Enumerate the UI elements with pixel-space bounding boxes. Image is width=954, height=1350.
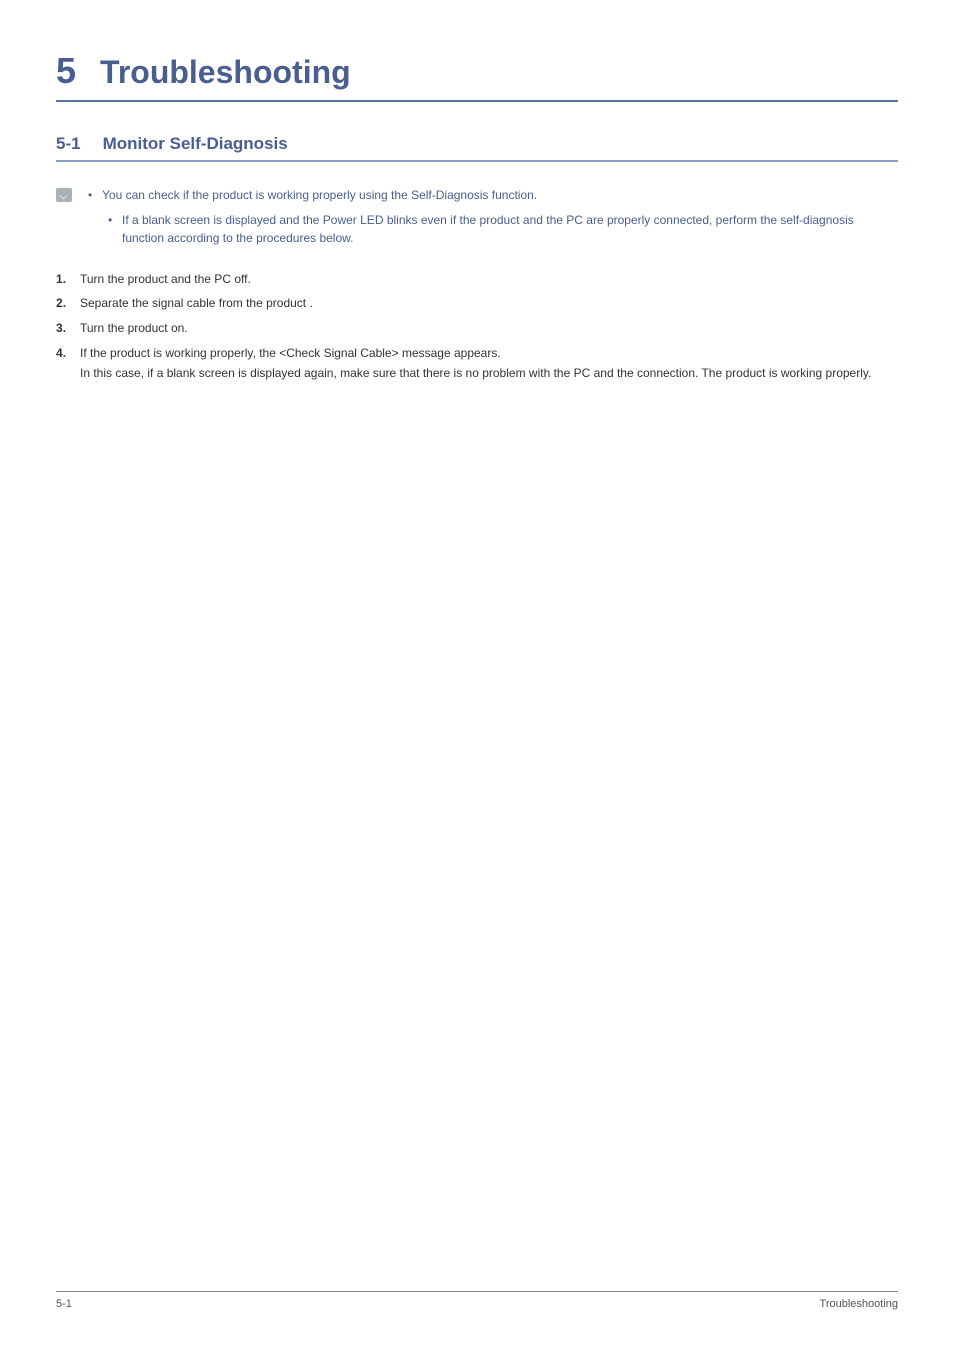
step-extra-text: In this case, if a blank screen is displ… xyxy=(80,364,898,383)
section-header: 5-1 Monitor Self-Diagnosis xyxy=(56,134,898,162)
step-text: If the product is working properly, the … xyxy=(80,346,501,360)
section-number: 5-1 xyxy=(56,134,81,154)
document-page: 5 Troubleshooting 5-1 Monitor Self-Diagn… xyxy=(0,0,954,1350)
footer-left: 5-1 xyxy=(56,1298,72,1310)
step-text: Turn the product on. xyxy=(80,321,188,335)
note-subitem: If a blank screen is displayed and the P… xyxy=(102,211,898,248)
section-title: Monitor Self-Diagnosis xyxy=(103,134,288,154)
note-icon xyxy=(56,188,72,202)
note-list: You can check if the product is working … xyxy=(82,186,898,254)
chapter-header: 5 Troubleshooting xyxy=(56,50,898,102)
chapter-title: Troubleshooting xyxy=(100,54,351,91)
page-footer: 5-1 Troubleshooting xyxy=(56,1291,898,1310)
footer-right: Troubleshooting xyxy=(820,1298,898,1310)
steps-list: Turn the product and the PC off. Separat… xyxy=(56,270,898,383)
note-item-text: You can check if the product is working … xyxy=(102,188,537,202)
step-item: Turn the product on. xyxy=(56,319,898,338)
note-block: You can check if the product is working … xyxy=(56,186,898,254)
step-text: Turn the product and the PC off. xyxy=(80,272,251,286)
step-item: Turn the product and the PC off. xyxy=(56,270,898,289)
note-sublist: If a blank screen is displayed and the P… xyxy=(102,211,898,248)
step-item: If the product is working properly, the … xyxy=(56,344,898,383)
note-subitem-text: If a blank screen is displayed and the P… xyxy=(122,213,854,246)
note-item: You can check if the product is working … xyxy=(82,186,898,248)
step-item: Separate the signal cable from the produ… xyxy=(56,294,898,313)
chapter-number: 5 xyxy=(56,50,76,92)
step-text: Separate the signal cable from the produ… xyxy=(80,296,313,310)
